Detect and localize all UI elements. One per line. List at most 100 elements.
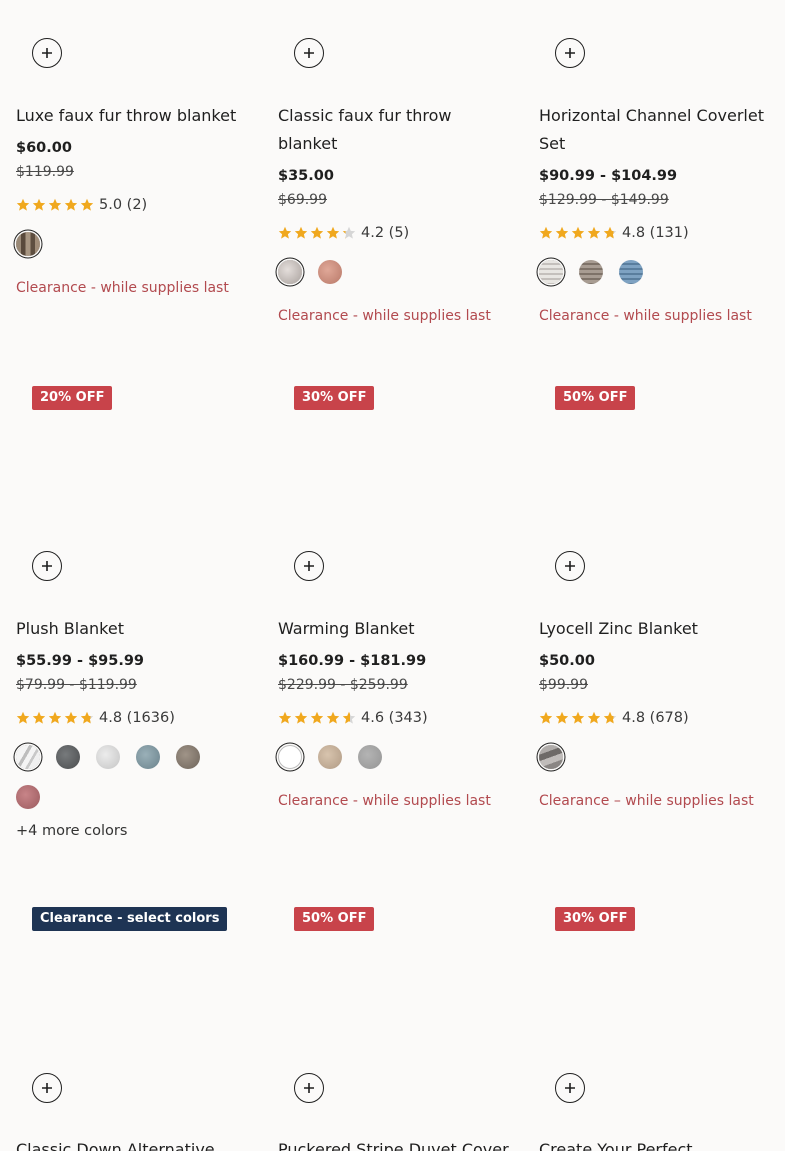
color-swatch[interactable] [16,232,40,256]
add-to-cart-button[interactable] [294,551,324,581]
star-icon [64,198,78,211]
color-swatch[interactable] [579,260,603,284]
plus-icon [304,561,314,571]
product-info: Warming Blanket $160.99 - $181.99 $229.99 … [278,615,513,809]
star-icon [539,226,553,239]
product-info: Classic faux fur throw blanket $35.00 $69.… [278,102,513,324]
plus-icon [304,1083,314,1093]
product-title[interactable]: Classic Down Alternative [16,1136,251,1151]
product-title[interactable]: Create Your Perfect [539,1136,771,1151]
color-swatch[interactable] [318,260,342,284]
star-icon [571,711,585,724]
product-rating[interactable]: 4.8 (131) [539,222,771,244]
star-icon [16,198,30,211]
product-info: Create Your Perfect [539,1136,771,1151]
star-icon [310,226,324,239]
product-rating[interactable]: 4.8 (1636) [16,707,251,729]
star-icon [80,711,94,724]
color-swatch[interactable] [318,745,342,769]
plus-icon [42,561,52,571]
clearance-note: Clearance - while supplies last [278,308,491,324]
color-swatches [278,745,498,769]
star-icon [555,226,569,239]
discount-badge: 30% OFF [294,386,375,410]
product-info: Horizontal Channel Coverlet Set $90.99 - … [539,102,771,324]
color-swatch[interactable] [358,745,382,769]
product-title[interactable]: Puckered Stripe Duvet Cover [278,1136,513,1151]
star-icon [80,198,94,211]
product-rating[interactable]: 4.2 (5) [278,222,513,244]
discount-badge: 20% OFF [32,386,113,410]
add-to-cart-button[interactable] [294,38,324,68]
star-icon [278,226,292,239]
discount-badge: 50% OFF [555,386,636,410]
product-info: Luxe faux fur throw blanket $60.00 $119.99… [16,102,251,296]
product-title[interactable]: Warming Blanket [278,615,513,643]
product-rating[interactable]: 5.0 (2) [16,194,251,216]
star-icon [342,711,356,724]
star-rating [16,711,94,725]
star-icon [32,198,46,211]
color-swatch[interactable] [278,260,302,284]
color-swatch[interactable] [16,745,40,769]
color-swatch[interactable] [539,745,563,769]
product-info: Plush Blanket $55.99 - $95.99 $79.99 - $11… [16,615,251,839]
product-title[interactable]: Luxe faux fur throw blanket [16,102,251,130]
add-to-cart-button[interactable] [32,1073,62,1103]
add-to-cart-button[interactable] [32,38,62,68]
plus-icon [565,48,575,58]
plus-icon [565,1083,575,1093]
star-icon [32,711,46,724]
clearance-note: Clearance - while supplies last [539,308,752,324]
color-swatch[interactable] [278,745,302,769]
product-price: $90.99 - $104.99 [539,168,678,184]
color-swatch[interactable] [176,745,200,769]
product-info: Classic Down Alternative [16,1136,251,1151]
product-price: $55.99 - $95.99 [16,653,145,669]
star-icon [278,711,292,724]
color-swatches [16,232,236,256]
star-icon [326,226,340,239]
product-title[interactable]: Lyocell Zinc Blanket [539,615,771,643]
add-to-cart-button[interactable] [555,1073,585,1103]
product-title[interactable]: Horizontal Channel Coverlet Set [539,102,771,158]
original-price: $229.99 - $259.99 [278,677,408,693]
color-swatch[interactable] [136,745,160,769]
star-icon [64,711,78,724]
original-price: $99.99 [539,677,588,693]
color-swatch[interactable] [619,260,643,284]
product-title[interactable]: Classic faux fur throw blanket [278,102,513,158]
rating-text: 4.8 (131) [622,225,689,241]
discount-badge: Clearance - select colors [32,907,228,931]
color-swatch[interactable] [56,745,80,769]
star-icon [326,711,340,724]
plus-icon [42,1083,52,1093]
product-price: $60.00 [16,140,72,156]
star-icon [603,711,617,724]
color-swatches [16,745,236,809]
add-to-cart-button[interactable] [32,551,62,581]
add-to-cart-button[interactable] [555,551,585,581]
color-swatch[interactable] [96,745,120,769]
star-icon [16,711,30,724]
star-icon [587,226,601,239]
plus-icon [304,48,314,58]
star-icon [571,226,585,239]
product-rating[interactable]: 4.6 (343) [278,707,513,729]
star-icon [539,711,553,724]
rating-text: 4.2 (5) [361,225,410,241]
more-colors-link[interactable]: +4 more colors [16,823,251,839]
color-swatches [278,260,498,284]
star-icon [48,711,62,724]
product-grid: Luxe faux fur throw blanket $60.00 $119.99… [0,0,785,1151]
add-to-cart-button[interactable] [555,38,585,68]
plus-icon [42,48,52,58]
star-icon [310,711,324,724]
add-to-cart-button[interactable] [294,1073,324,1103]
star-rating [539,226,617,240]
color-swatch[interactable] [16,785,40,809]
color-swatch[interactable] [539,260,563,284]
product-title[interactable]: Plush Blanket [16,615,251,643]
product-rating[interactable]: 4.8 (678) [539,707,771,729]
star-icon [587,711,601,724]
